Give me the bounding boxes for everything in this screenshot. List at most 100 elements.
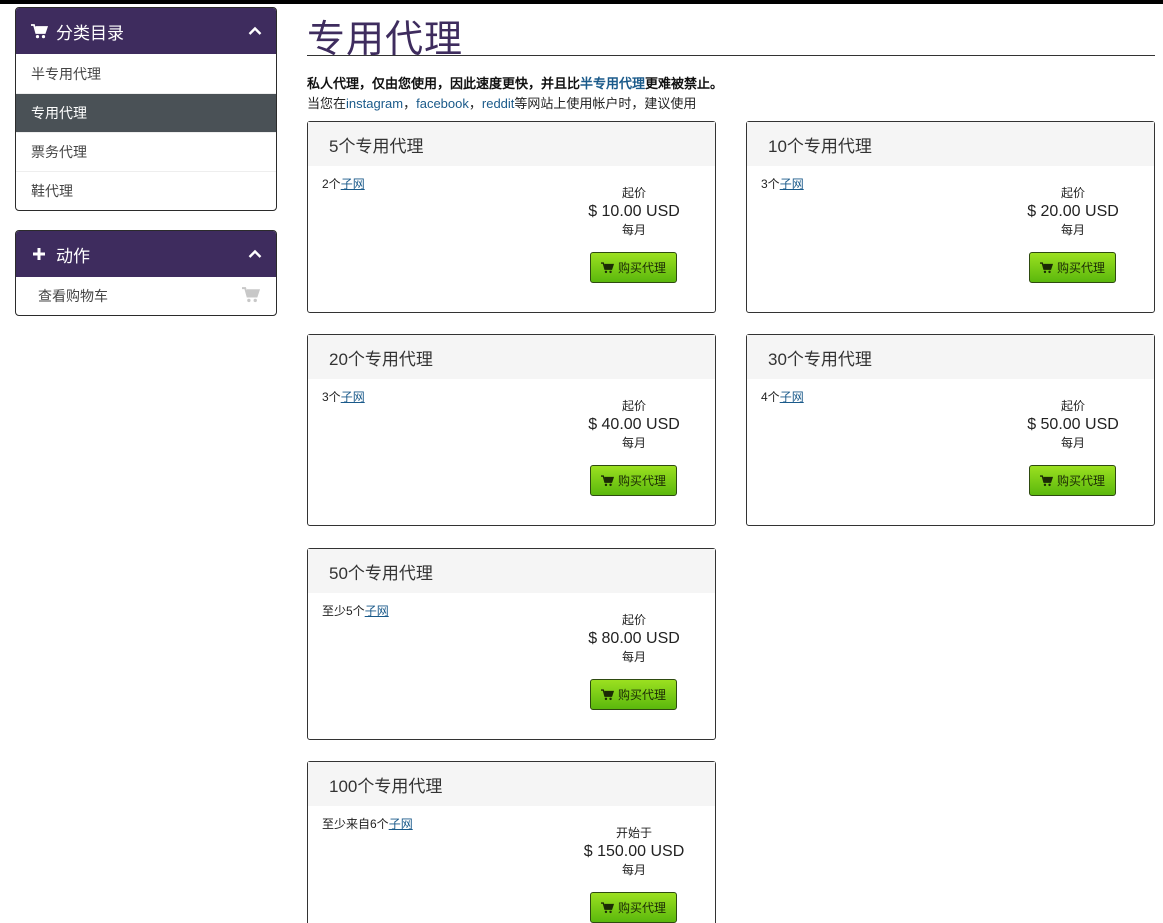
cart-icon xyxy=(242,286,261,306)
buy-button-label: 购买代理 xyxy=(617,261,666,275)
subnet-info: 2个子网 xyxy=(322,175,365,192)
price-box: 起价 $ 40.00 USD 每月 xyxy=(558,399,710,451)
category-panel: 分类目录 半专用代理 专用代理 票务代理 鞋代理 xyxy=(15,7,277,211)
buy-proxy-button[interactable]: 购买代理 xyxy=(1029,252,1116,283)
price-label: 起价 xyxy=(621,399,646,413)
price-label: 起价 xyxy=(621,186,646,200)
actions-panel-header[interactable]: 动作 xyxy=(16,231,276,277)
price-period: 每月 xyxy=(621,650,646,664)
title-divider xyxy=(307,55,1155,56)
product-card: 20个专用代理 3个子网 起价 $ 40.00 USD 每月 购买代理 xyxy=(307,334,716,526)
price-value: $ 20.00 USD xyxy=(1027,203,1119,220)
subnet-info: 3个子网 xyxy=(322,388,365,405)
buy-button-label: 购买代理 xyxy=(617,901,666,915)
product-card: 5个专用代理 2个子网 起价 $ 10.00 USD 每月 购买代理 xyxy=(307,121,716,313)
product-card: 50个专用代理 至少5个子网 起价 $ 80.00 USD 每月 购买代理 xyxy=(307,548,716,740)
subnet-info: 至少来自6个子网 xyxy=(322,815,413,832)
plus-icon xyxy=(30,245,48,263)
subnet-link[interactable]: 子网 xyxy=(341,177,365,191)
price-box: 起价 $ 10.00 USD 每月 xyxy=(558,186,710,238)
subnet-info: 4个子网 xyxy=(761,388,804,405)
price-box: 开始于 $ 150.00 USD 每月 xyxy=(558,826,710,878)
price-box: 起价 $ 80.00 USD 每月 xyxy=(558,613,710,665)
subnet-link[interactable]: 子网 xyxy=(365,604,389,618)
chevron-up-icon[interactable] xyxy=(248,24,262,38)
view-cart-label: 查看购物车 xyxy=(38,288,108,304)
price-label: 起价 xyxy=(1060,399,1085,413)
buy-button-label: 购买代理 xyxy=(1056,474,1105,488)
price-period: 每月 xyxy=(621,863,646,877)
intro-text: 当您在 xyxy=(307,96,347,111)
subnet-count: 4个 xyxy=(761,390,780,404)
buy-button-label: 购买代理 xyxy=(617,688,666,702)
cart-icon xyxy=(600,261,614,274)
price-box: 起价 $ 20.00 USD 每月 xyxy=(997,186,1149,238)
subnet-count: 2个 xyxy=(322,177,341,191)
product-name: 20个专用代理 xyxy=(308,335,715,379)
subnet-count: 至少5个 xyxy=(322,604,365,618)
price-box: 起价 $ 50.00 USD 每月 xyxy=(997,399,1149,451)
product-card: 100个专用代理 至少来自6个子网 开始于 $ 150.00 USD 每月 购买… xyxy=(307,761,716,923)
facebook-link[interactable]: facebook xyxy=(416,96,469,111)
intro-line-2: 当您在instagram，facebook，reddit等网站上使用帐户时，建议… xyxy=(307,93,696,112)
intro-separator: ， xyxy=(403,96,417,111)
sidebar-item-ticket[interactable]: 票务代理 xyxy=(16,132,276,171)
product-name: 5个专用代理 xyxy=(308,122,715,166)
subnet-info: 3个子网 xyxy=(761,175,804,192)
subnet-count: 3个 xyxy=(322,390,341,404)
buy-proxy-button[interactable]: 购买代理 xyxy=(590,679,677,710)
price-label: 起价 xyxy=(1060,186,1085,200)
category-panel-header[interactable]: 分类目录 xyxy=(16,8,276,54)
actions-panel-title: 动作 xyxy=(56,246,90,266)
buy-proxy-button[interactable]: 购买代理 xyxy=(590,252,677,283)
product-name: 30个专用代理 xyxy=(747,335,1154,379)
sidebar-item-sneaker[interactable]: 鞋代理 xyxy=(16,171,276,210)
top-border xyxy=(0,0,1163,4)
price-value: $ 50.00 USD xyxy=(1027,416,1119,433)
product-card: 30个专用代理 4个子网 起价 $ 50.00 USD 每月 购买代理 xyxy=(746,334,1155,526)
product-name: 50个专用代理 xyxy=(308,549,715,593)
sidebar-item-label: 专用代理 xyxy=(31,105,87,121)
buy-button-label: 购买代理 xyxy=(617,474,666,488)
buy-proxy-button[interactable]: 购买代理 xyxy=(1029,465,1116,496)
price-label: 起价 xyxy=(621,613,646,627)
instagram-link[interactable]: instagram xyxy=(346,96,403,111)
view-cart-link[interactable]: 查看购物车 xyxy=(16,277,276,315)
cart-icon xyxy=(30,22,48,40)
intro-text: 更难被禁止。 xyxy=(645,76,724,91)
chevron-up-icon[interactable] xyxy=(248,247,262,261)
category-panel-title: 分类目录 xyxy=(56,23,124,43)
subnet-link[interactable]: 子网 xyxy=(341,390,365,404)
subnet-link[interactable]: 子网 xyxy=(780,390,804,404)
intro-separator: ， xyxy=(468,96,482,111)
buy-proxy-button[interactable]: 购买代理 xyxy=(590,465,677,496)
intro-text: 等网站上使用帐户时，建议使用 xyxy=(514,96,697,111)
price-period: 每月 xyxy=(621,436,646,450)
sidebar-item-label: 鞋代理 xyxy=(31,183,73,199)
sidebar-item-semi-dedicated[interactable]: 半专用代理 xyxy=(16,54,276,93)
price-value: $ 80.00 USD xyxy=(588,630,680,647)
subnet-info: 至少5个子网 xyxy=(322,602,389,619)
product-card: 10个专用代理 3个子网 起价 $ 20.00 USD 每月 购买代理 xyxy=(746,121,1155,313)
buy-button-label: 购买代理 xyxy=(1056,261,1105,275)
reddit-link[interactable]: reddit xyxy=(482,96,515,111)
sidebar-item-dedicated[interactable]: 专用代理 xyxy=(16,93,276,132)
cart-icon xyxy=(1039,474,1053,487)
intro-line-1: 私人代理，仅由您使用，因此速度更快，并且比半专用代理更难被禁止。 xyxy=(307,73,723,92)
price-period: 每月 xyxy=(1060,436,1085,450)
intro-text: 私人代理，仅由您使用，因此速度更快，并且比 xyxy=(307,76,581,91)
actions-panel: 动作 查看购物车 xyxy=(15,230,277,316)
price-label: 开始于 xyxy=(615,826,652,840)
price-value: $ 10.00 USD xyxy=(588,203,680,220)
subnet-link[interactable]: 子网 xyxy=(780,177,804,191)
subnet-link[interactable]: 子网 xyxy=(389,817,413,831)
cart-icon xyxy=(1039,261,1053,274)
subnet-count: 3个 xyxy=(761,177,780,191)
semi-dedicated-link[interactable]: 半专用代理 xyxy=(580,76,645,91)
subnet-count: 至少来自6个 xyxy=(322,817,389,831)
product-name: 10个专用代理 xyxy=(747,122,1154,166)
sidebar-item-label: 票务代理 xyxy=(31,144,87,160)
cart-icon xyxy=(600,474,614,487)
price-value: $ 150.00 USD xyxy=(583,843,685,860)
buy-proxy-button[interactable]: 购买代理 xyxy=(590,892,677,923)
